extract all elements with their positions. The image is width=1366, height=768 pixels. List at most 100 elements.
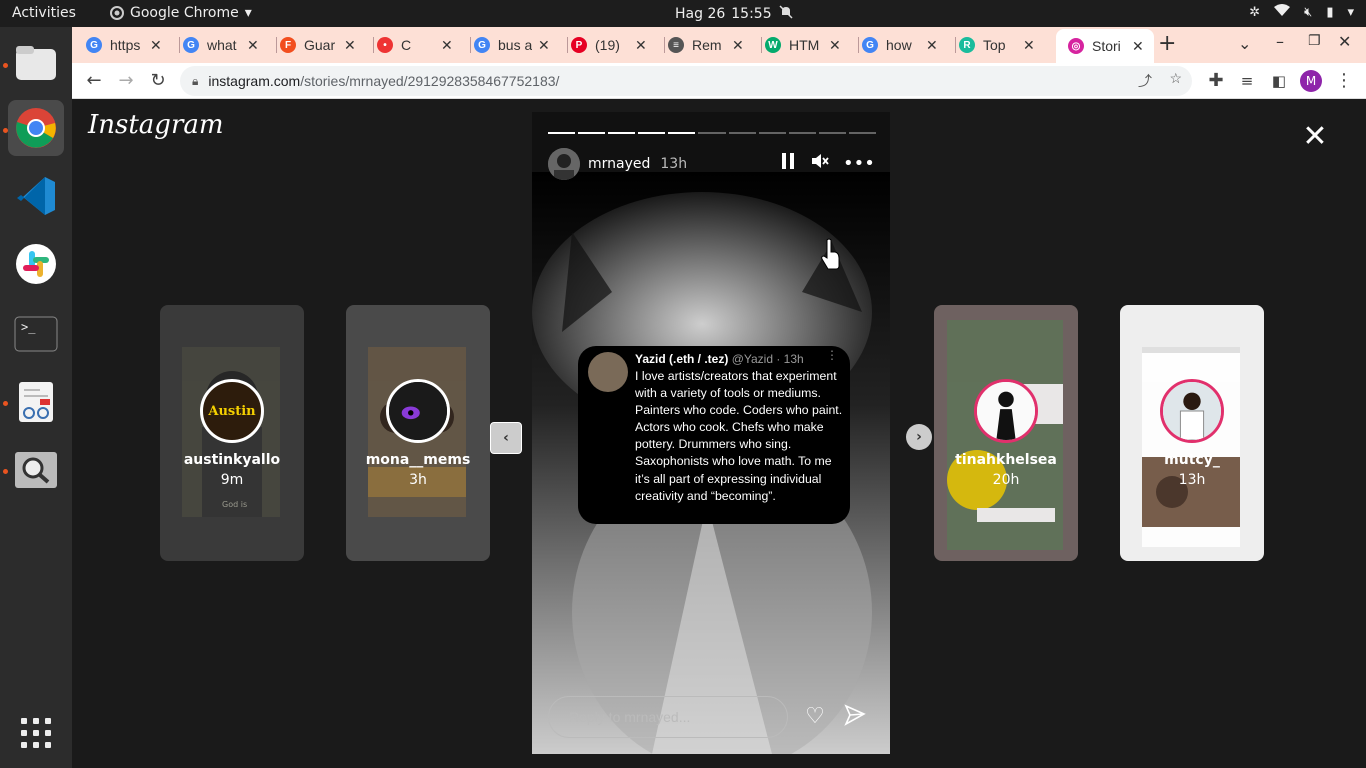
tab[interactable]: Ghow ✕ bbox=[862, 31, 952, 59]
instagram-logo[interactable]: Instagram bbox=[88, 110, 224, 140]
app-menu[interactable]: Google Chrome ▾ bbox=[110, 5, 252, 21]
minimize-button[interactable]: – bbox=[1276, 32, 1284, 51]
tab-close-icon[interactable]: ✕ bbox=[926, 37, 938, 54]
more-options-icon[interactable]: ••• bbox=[843, 152, 875, 176]
clock[interactable]: Hag 26 15:55 bbox=[675, 5, 794, 23]
tab-close-icon[interactable]: ✕ bbox=[441, 37, 453, 54]
send-icon[interactable] bbox=[842, 704, 868, 730]
like-heart-icon[interactable]: ♡ bbox=[802, 704, 828, 730]
tab[interactable]: • C ✕ bbox=[377, 31, 467, 59]
tab-close-icon[interactable]: ✕ bbox=[1132, 38, 1144, 55]
tab-separator bbox=[664, 37, 665, 53]
story-preview-mutcy_[interactable]: mutcy_ 13h bbox=[1120, 305, 1264, 561]
tab-close-icon[interactable]: ✕ bbox=[635, 37, 647, 54]
previous-story-button[interactable]: ‹ bbox=[490, 422, 522, 454]
system-tray[interactable]: ✲ 🔇︎ ▮ ▾ bbox=[1249, 4, 1354, 20]
active-story[interactable]: mrnayed 13h ••• Yazid (.eth / .tez) @Yaz… bbox=[532, 112, 890, 754]
forward-button[interactable]: → bbox=[114, 69, 138, 93]
svg-text:>_: >_ bbox=[21, 320, 36, 334]
lock-icon[interactable]: 🔒︎ bbox=[192, 74, 198, 89]
tab[interactable]: F Guar ✕ bbox=[280, 31, 370, 59]
tab[interactable]: P (19) ✕ bbox=[571, 31, 661, 59]
share-icon[interactable]: ⤴ bbox=[1138, 71, 1152, 91]
slack-icon[interactable] bbox=[8, 236, 64, 292]
tab-title: (19) bbox=[595, 37, 620, 53]
tab[interactable]: Gbus a ✕ bbox=[474, 31, 564, 59]
reply-input[interactable]: Reply to mrnayed... bbox=[548, 696, 788, 738]
mute-button[interactable] bbox=[808, 152, 832, 176]
new-tab-button[interactable]: + bbox=[1158, 31, 1176, 56]
files-icon[interactable] bbox=[8, 35, 64, 91]
tab[interactable]: R Top ✕ bbox=[959, 31, 1049, 59]
tab[interactable]: Gwhat ✕ bbox=[183, 31, 273, 59]
chrome-menu-icon[interactable]: ⋮ bbox=[1332, 69, 1356, 93]
progress-segment bbox=[758, 132, 786, 134]
tab-close-icon[interactable]: ✕ bbox=[538, 37, 550, 54]
tab-title: how bbox=[886, 37, 912, 53]
avatar bbox=[974, 379, 1038, 443]
progress-segment bbox=[638, 132, 666, 134]
tab-close-icon[interactable]: ✕ bbox=[247, 37, 259, 54]
chrome-icon[interactable] bbox=[8, 100, 64, 156]
tab[interactable]: Ghttps ✕ bbox=[86, 31, 176, 59]
browser-toolbar: ← → ↻ 🔒︎ instagram.com/stories/mrnayed/2… bbox=[72, 63, 1366, 99]
story-age: 13h bbox=[660, 156, 688, 172]
text-editor-icon[interactable] bbox=[8, 374, 64, 430]
avatar: Austin bbox=[200, 379, 264, 443]
tab[interactable]: ◎ Stori ✕ bbox=[1056, 29, 1154, 63]
tab-favicon-icon: G bbox=[86, 37, 102, 53]
profile-avatar[interactable]: M bbox=[1300, 70, 1322, 92]
media-controls-icon[interactable]: ≡ bbox=[1235, 69, 1259, 93]
tab[interactable]: ≡ Rem ✕ bbox=[668, 31, 758, 59]
story-header: mrnayed 13h bbox=[548, 148, 687, 180]
tab-favicon-icon: ◎ bbox=[1068, 38, 1084, 54]
side-panel-icon[interactable]: ◧ bbox=[1267, 69, 1291, 93]
tab[interactable]: W HTM ✕ bbox=[765, 31, 855, 59]
tab-separator bbox=[955, 37, 956, 53]
tab-title: bus a bbox=[498, 37, 532, 53]
tab-favicon-icon: W bbox=[765, 37, 781, 53]
story-preview-tinahkhelsea[interactable]: tinahkhelsea 20h bbox=[934, 305, 1078, 561]
tab-close-icon[interactable]: ✕ bbox=[150, 37, 162, 54]
time: 15:55 bbox=[731, 6, 772, 22]
back-button[interactable]: ← bbox=[82, 69, 106, 93]
progress-segment bbox=[788, 132, 816, 134]
story-username: mutcy_ bbox=[1164, 452, 1220, 468]
story-username[interactable]: mrnayed bbox=[588, 156, 650, 172]
reload-button[interactable]: ↻ bbox=[146, 69, 170, 93]
vscode-icon[interactable] bbox=[8, 168, 64, 224]
progress-segment bbox=[668, 132, 696, 134]
show-apps-icon[interactable] bbox=[8, 705, 64, 761]
system-top-bar: Activities Google Chrome ▾ Hag 26 15:55 … bbox=[0, 0, 1366, 27]
slack-tray-icon: ✲ bbox=[1249, 4, 1261, 20]
next-story-button[interactable]: › bbox=[906, 424, 932, 450]
story-username: tinahkhelsea bbox=[955, 452, 1057, 468]
close-icon[interactable]: ✕ bbox=[1300, 122, 1330, 152]
tab-favicon-icon: • bbox=[377, 37, 393, 53]
story-preview-mona__mems[interactable]: mona__mems 3h bbox=[346, 305, 490, 561]
progress-segment bbox=[578, 132, 606, 134]
tab-close-icon[interactable]: ✕ bbox=[732, 37, 744, 54]
maximize-button[interactable]: ❐ bbox=[1308, 33, 1321, 49]
address-bar[interactable]: 🔒︎ instagram.com/stories/mrnayed/2912928… bbox=[180, 66, 1192, 96]
url-host: instagram.com bbox=[208, 73, 301, 89]
story-age: 9m bbox=[220, 472, 244, 488]
tab-close-icon[interactable]: ✕ bbox=[344, 37, 356, 54]
battery-icon: ▮ bbox=[1326, 4, 1334, 20]
bookmark-star-icon[interactable]: ☆ bbox=[1169, 70, 1182, 87]
avatar[interactable] bbox=[548, 148, 580, 180]
tab-favicon-icon: G bbox=[474, 37, 490, 53]
tab-title: Guar bbox=[304, 37, 336, 53]
activities-button[interactable]: Activities bbox=[12, 5, 76, 21]
story-preview-austinkyallo[interactable]: God is Austin austinkyallo 9m bbox=[160, 305, 304, 561]
search-app-icon[interactable] bbox=[8, 442, 64, 498]
terminal-icon[interactable]: >_ bbox=[8, 306, 64, 362]
tab-close-icon[interactable]: ✕ bbox=[1023, 37, 1035, 54]
extensions-icon[interactable]: ✚ bbox=[1204, 69, 1228, 93]
window-close-button[interactable]: ✕ bbox=[1338, 32, 1351, 51]
pause-button[interactable] bbox=[776, 152, 800, 176]
tab-close-icon[interactable]: ✕ bbox=[829, 37, 841, 54]
story-progress bbox=[548, 132, 877, 134]
tab-search-icon[interactable]: ⌄ bbox=[1238, 34, 1251, 53]
hand-cursor-icon bbox=[821, 238, 840, 270]
